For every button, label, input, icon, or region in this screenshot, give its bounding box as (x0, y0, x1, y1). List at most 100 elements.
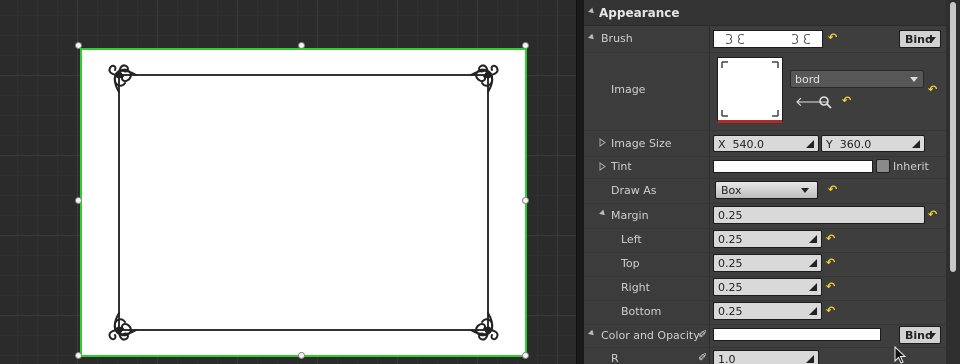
dropdown-caret-icon (928, 333, 936, 338)
dropdown-caret-icon (801, 188, 809, 193)
row-separator (584, 347, 946, 348)
mouse-cursor-icon (894, 346, 906, 364)
resize-handle-top[interactable] (298, 42, 305, 49)
draw-as-value: Box (721, 184, 742, 197)
color-bind-button[interactable]: Bind (899, 326, 941, 344)
margin-top-label: Top (621, 257, 640, 270)
color-r-field[interactable]: 1.0 (713, 350, 819, 364)
reset-to-default-icon[interactable]: ↶ (928, 83, 937, 96)
color-r-value: 1.0 (718, 353, 736, 364)
draw-as-label: Draw As (611, 184, 657, 197)
ornamental-frame-image (108, 64, 499, 341)
reset-to-default-icon[interactable]: ↶ (828, 183, 837, 196)
margin-bottom-label: Bottom (621, 305, 662, 318)
drag-spin-icon[interactable] (806, 140, 814, 148)
reset-to-default-icon[interactable]: ↶ (928, 208, 937, 221)
margin-value: 0.25 (718, 209, 743, 222)
reset-to-default-icon[interactable]: ↶ (826, 280, 835, 293)
inherit-checkbox[interactable] (876, 159, 890, 173)
resize-handle-top-left[interactable] (75, 42, 82, 49)
row-separator (584, 276, 946, 277)
row-separator (584, 178, 946, 179)
resize-handle-bottom-left[interactable] (75, 352, 82, 359)
color-opacity-swatch[interactable] (713, 328, 881, 341)
margin-top-value: 0.25 (718, 257, 743, 270)
key-pin-icon[interactable]: ✐ (698, 351, 707, 364)
image-size-label: Image Size (611, 137, 672, 150)
draw-as-dropdown[interactable]: Box (715, 181, 818, 199)
image-size-y-value: 360.0 (839, 138, 872, 151)
margin-left-label: Left (621, 233, 642, 246)
scrollbar-thumb[interactable] (950, 2, 956, 272)
drag-spin-icon[interactable] (809, 283, 817, 291)
margin-top-field[interactable]: 0.25 (713, 254, 822, 272)
category-header-appearance[interactable]: Appearance (584, 0, 946, 26)
key-pin-icon[interactable]: ✐ (698, 328, 707, 341)
resize-handle-top-right[interactable] (522, 42, 529, 49)
dropdown-caret-icon (910, 77, 918, 82)
brush-bind-button[interactable]: Bind (899, 30, 941, 48)
reset-to-default-icon[interactable]: ↶ (826, 256, 835, 269)
image-label: Image (611, 83, 646, 96)
row-separator (584, 130, 946, 131)
drag-spin-icon[interactable] (806, 355, 814, 363)
brush-thumbnail-icon (725, 34, 811, 44)
margin-label: Margin (611, 209, 649, 222)
ornament-bottom-left-icon (108, 312, 137, 341)
color-r-label: R (611, 352, 619, 364)
inherit-label: Inherit (893, 160, 929, 173)
tint-label: Tint (611, 160, 632, 173)
margin-left-value: 0.25 (718, 233, 743, 246)
resize-handle-bottom[interactable] (298, 352, 305, 359)
resize-handle-left[interactable] (75, 197, 82, 204)
designer-viewport[interactable] (0, 0, 576, 364)
image-size-y-field[interactable]: Y 360.0 (821, 135, 925, 152)
dropdown-caret-icon (928, 37, 936, 42)
ornament-bottom-right-icon (470, 312, 499, 341)
brush-preview[interactable] (713, 30, 823, 48)
margin-field[interactable]: 0.25 (713, 206, 925, 224)
row-separator (584, 300, 946, 301)
margin-bottom-value: 0.25 (718, 305, 743, 318)
tint-color-swatch[interactable] (713, 160, 873, 173)
reset-to-default-icon[interactable]: ↶ (826, 232, 835, 245)
row-separator (584, 228, 946, 229)
brush-label: Brush (601, 32, 633, 45)
image-size-x-field[interactable]: X 540.0 (713, 135, 819, 152)
asset-picker-combo[interactable]: bord (790, 70, 924, 88)
row-separator (584, 156, 946, 157)
image-thumbnail[interactable] (717, 57, 783, 123)
resize-handle-bottom-right[interactable] (522, 352, 529, 359)
details-scrollbar[interactable] (946, 0, 960, 364)
drag-spin-icon[interactable] (809, 235, 817, 243)
row-separator (584, 203, 946, 204)
color-opacity-label: Color and Opacity (601, 329, 700, 342)
row-separator (584, 252, 946, 253)
margin-right-value: 0.25 (718, 281, 743, 294)
asset-name: bord (795, 73, 821, 86)
margin-right-label: Right (621, 281, 650, 294)
drag-spin-icon[interactable] (809, 307, 817, 315)
row-separator (584, 52, 946, 53)
frame-thumbnail-icon (721, 61, 779, 117)
ornament-top-left-icon (108, 64, 137, 93)
margin-bottom-field[interactable]: 0.25 (713, 302, 822, 320)
reset-to-default-icon[interactable]: ↶ (828, 31, 837, 44)
category-title: Appearance (599, 6, 680, 20)
row-separator (584, 324, 946, 325)
details-panel: Appearance Brush ↶ Bind Image bord ↶ 🡐 ↶… (584, 0, 960, 364)
border-widget-preview[interactable] (82, 50, 525, 355)
ornament-top-right-icon (470, 64, 499, 93)
reset-to-default-icon[interactable]: ↶ (842, 94, 851, 107)
margin-left-field[interactable]: 0.25 (713, 230, 822, 248)
collapse-arrow-icon (588, 7, 596, 16)
browse-asset-icon[interactable] (818, 95, 832, 109)
drag-spin-icon[interactable] (809, 259, 817, 267)
drag-spin-icon[interactable] (912, 140, 920, 148)
panel-splitter[interactable] (576, 0, 584, 364)
expand-arrow-icon[interactable] (599, 162, 606, 171)
resize-handle-right[interactable] (522, 197, 529, 204)
reset-to-default-icon[interactable]: ↶ (826, 304, 835, 317)
margin-right-field[interactable]: 0.25 (713, 278, 822, 296)
expand-arrow-icon[interactable] (599, 138, 606, 147)
